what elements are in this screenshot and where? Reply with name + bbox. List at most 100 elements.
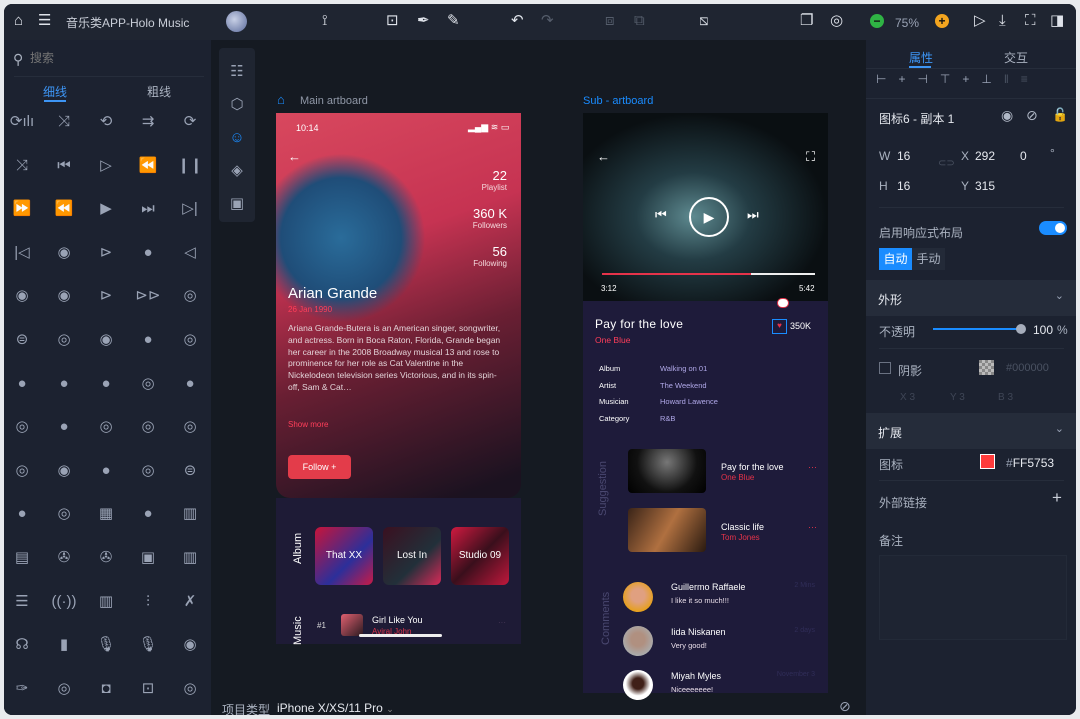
audio-circle-icon[interactable]: ● xyxy=(7,372,37,396)
volume-circle-icon[interactable]: ● xyxy=(91,459,121,483)
rewind-filled-icon[interactable]: ▶ xyxy=(91,197,121,221)
shadow-color-swatch[interactable] xyxy=(979,360,994,375)
resize-icon[interactable]: ⧅ xyxy=(699,12,709,30)
video-player[interactable]: ← ⛶ ⏮ ▶ ⏭ 3:12 5:42 xyxy=(583,113,828,301)
unlock-icon[interactable]: 🔓 xyxy=(1052,107,1068,123)
video-frame-icon[interactable]: ▥ xyxy=(175,546,205,570)
shuffle-icon[interactable]: ⟲ xyxy=(91,110,121,134)
tab-thin-line[interactable]: 细线 xyxy=(43,83,67,100)
film-filled-icon[interactable]: ● xyxy=(133,502,163,526)
mixer-filled-icon[interactable]: ☰ xyxy=(7,590,37,614)
compass-icon[interactable]: ⊘ xyxy=(839,698,851,715)
rewind-circle-icon[interactable]: ◉ xyxy=(7,284,37,308)
pause-circle-filled-icon[interactable]: ● xyxy=(91,372,121,396)
next-circle-2-icon[interactable]: ● xyxy=(133,328,163,352)
extend-section-header[interactable]: 扩展 ⌄ xyxy=(866,413,1076,449)
volume-circle-filled-icon[interactable]: ◎ xyxy=(133,459,163,483)
next-circle-outline-icon[interactable]: ● xyxy=(133,241,163,265)
progress-track[interactable] xyxy=(602,273,815,275)
play-filled-icon[interactable]: ⏭ xyxy=(133,197,163,221)
opacity-value[interactable]: 100 xyxy=(1033,323,1053,337)
list-arrows-icon[interactable]: ⟳ xyxy=(175,110,205,134)
shadow-checkbox[interactable] xyxy=(879,362,891,374)
opacity-slider-handle[interactable] xyxy=(1016,324,1026,334)
zoom-in-icon[interactable]: + xyxy=(935,14,949,28)
shadow-blur[interactable]: B 3 xyxy=(998,392,1013,403)
tab-interaction[interactable]: 交互 xyxy=(1004,49,1028,66)
fast-forward-filled-icon[interactable]: ⏪ xyxy=(49,197,79,221)
eject-circle-outline-icon[interactable]: ● xyxy=(175,372,205,396)
shuffle-2-icon[interactable]: ⏮ xyxy=(49,154,79,178)
reel-icon[interactable]: ▣ xyxy=(133,546,163,570)
mic-circle-icon[interactable]: ✑ xyxy=(7,677,37,701)
reel-filled-icon[interactable]: ✇ xyxy=(91,546,121,570)
suggestion-thumbnail[interactable] xyxy=(628,449,706,493)
prev-circle-3-icon[interactable]: ▦ xyxy=(91,502,121,526)
rotate-handle[interactable] xyxy=(777,298,789,308)
play-circle-outline-icon[interactable]: ⊳⊳ xyxy=(133,284,163,308)
presentation-icon[interactable]: ◎ xyxy=(175,677,205,701)
download-icon[interactable]: ⤓ xyxy=(999,12,1006,30)
home-icon[interactable]: ⌂ xyxy=(14,12,23,30)
menu-icon[interactable]: ☰ xyxy=(38,12,51,30)
mic-off-icon[interactable]: ☊ xyxy=(7,633,37,657)
notes-textarea[interactable] xyxy=(879,555,1067,640)
play-outline-icon[interactable]: ⏪ xyxy=(133,154,163,178)
back-arrow-icon[interactable]: ← xyxy=(288,149,301,164)
repeat-list-icon[interactable]: ⤨ xyxy=(7,154,37,178)
emoji-icon[interactable]: ☺ xyxy=(222,126,252,150)
prev-circle-filled-icon[interactable]: ⊳ xyxy=(91,241,121,265)
more-icon[interactable]: ··· xyxy=(498,618,506,627)
next-icon[interactable]: ⏭ xyxy=(747,207,759,223)
tab-properties[interactable]: 属性 xyxy=(909,49,933,66)
next-circle-filled-icon[interactable]: ◉ xyxy=(49,284,79,308)
back-arrow-icon[interactable]: ← xyxy=(597,149,610,164)
width-input[interactable]: 16 xyxy=(897,149,910,163)
suggestion-title[interactable]: Classic life xyxy=(721,522,764,532)
preview-frame-icon[interactable]: ❐ xyxy=(800,12,813,30)
mode-auto[interactable]: 自动 xyxy=(879,248,912,270)
height-input[interactable]: 16 xyxy=(897,179,910,193)
rewind-outline-icon[interactable]: ❙❙ xyxy=(175,154,205,178)
pause-icon[interactable]: ⏩ xyxy=(7,197,37,221)
ungroup-icon[interactable]: ⧉ xyxy=(634,12,645,30)
album-card[interactable]: That XX xyxy=(315,527,373,585)
play-circle-filled-icon[interactable]: ◁ xyxy=(175,241,205,265)
settings-icon[interactable]: ◎ xyxy=(830,12,843,30)
skip-next-outline-icon[interactable]: |◁ xyxy=(7,241,37,265)
appearance-section-header[interactable]: 外形 ⌄ xyxy=(866,280,1076,316)
stop-circle-icon[interactable]: ● xyxy=(49,415,79,439)
align-toolbar[interactable]: ⊢+⊣⊤+⊥‖≡ xyxy=(876,72,1040,86)
album-card[interactable]: Studio 09 xyxy=(451,527,509,585)
show-more-link[interactable]: Show more xyxy=(288,420,328,429)
skip-next-circle-icon[interactable]: ◉ xyxy=(91,328,121,352)
rotation-input[interactable]: 0 xyxy=(1020,149,1027,163)
broadcast-icon[interactable]: ▥ xyxy=(91,590,121,614)
stack-icon[interactable]: ◈ xyxy=(222,159,252,183)
heart-icon[interactable]: ♥ xyxy=(772,319,787,334)
eject-circle-2-icon[interactable]: ◎ xyxy=(91,415,121,439)
y-input[interactable]: 315 xyxy=(975,179,995,193)
icon-color-swatch[interactable] xyxy=(980,454,995,469)
group-icon[interactable]: ⧈ xyxy=(605,12,615,30)
fast-forward-outline-icon[interactable]: ◎ xyxy=(175,284,205,308)
shadow-y[interactable]: Y 3 xyxy=(950,392,965,403)
more-icon[interactable]: ··· xyxy=(808,522,817,532)
artist-profile-card[interactable]: 10:14 ▂▄▆ ≋ ▭ ← 22 Playlist 360 K Followers… xyxy=(276,113,521,498)
skip-back-circle-icon[interactable]: ⊜ xyxy=(7,328,37,352)
previous-icon[interactable]: ⏮ xyxy=(655,207,667,223)
suggestion-thumbnail[interactable] xyxy=(628,508,706,552)
play-circle-3-icon[interactable]: ⊜ xyxy=(175,459,205,483)
responsive-toggle[interactable] xyxy=(1039,221,1067,235)
microphone-icon[interactable]: 🎙 xyxy=(133,633,163,657)
play-circle-4-icon[interactable]: ◘ xyxy=(91,677,121,701)
film-icon[interactable]: ▤ xyxy=(7,546,37,570)
skip-back-filled-icon[interactable]: ▷ xyxy=(91,154,121,178)
follow-button[interactable]: Follow + xyxy=(288,455,351,479)
icon-color-value[interactable]: #FF5753 xyxy=(1006,456,1054,470)
project-type-select[interactable]: iPhone X/XS/11 Pro ⌄ xyxy=(277,701,394,715)
tab-thick-line[interactable]: 粗线 xyxy=(147,83,171,100)
pause-circle-icon[interactable]: ◉ xyxy=(49,459,79,483)
down-circle-filled-icon[interactable]: ◎ xyxy=(49,502,79,526)
eject-circle-filled-icon[interactable]: ◎ xyxy=(133,372,163,396)
